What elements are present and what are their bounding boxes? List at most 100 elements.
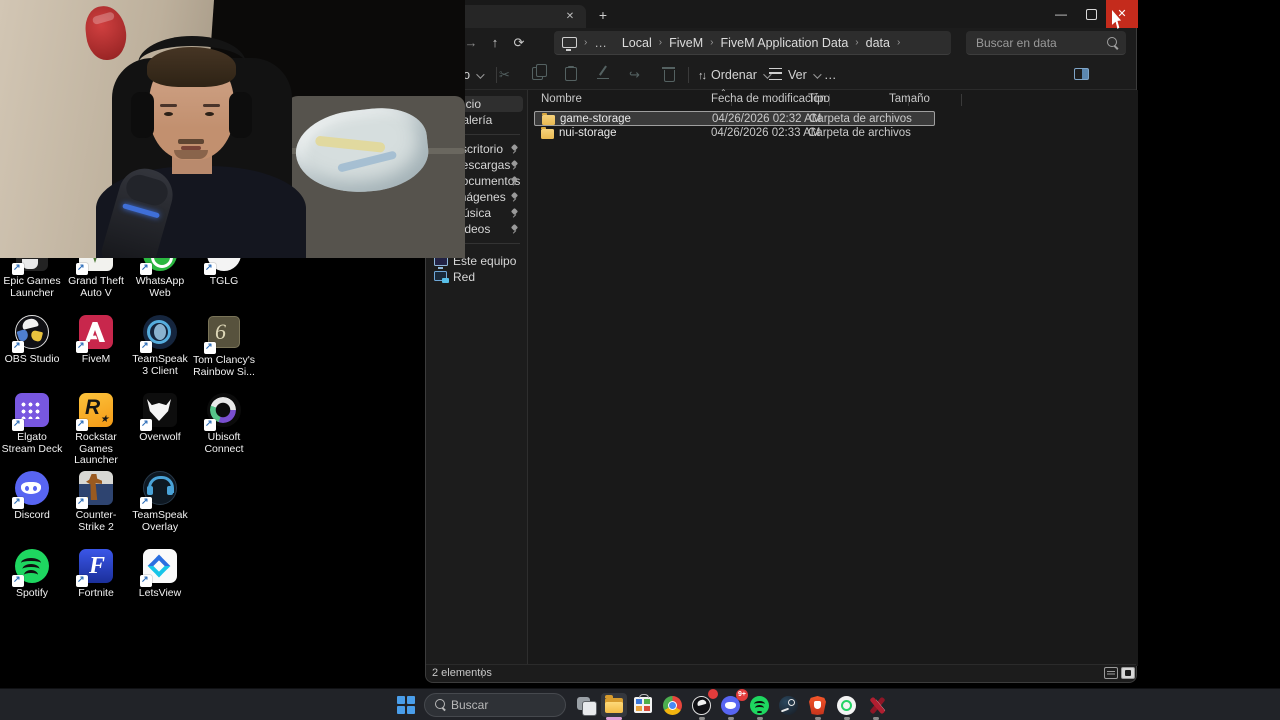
desktop-icon-label: TeamSpeak Overlay [132, 509, 188, 533]
shortcut-arrow-icon [76, 262, 88, 275]
recording-badge [708, 689, 718, 699]
details-pane-button[interactable]: Detalles [1074, 60, 1136, 112]
new-tab-button[interactable]: + [594, 7, 612, 25]
this-pc-icon [562, 37, 577, 51]
up-button[interactable]: ↑ [484, 32, 506, 54]
taskbar-whatsapp[interactable] [834, 693, 860, 720]
file-type: Carpeta de archivos [809, 113, 912, 125]
navigation-bar: → ↑ ⟳ › … Local › FiveM › FiveM Applicat… [426, 28, 1136, 60]
taskbar-spotify[interactable] [747, 693, 773, 720]
file-date: 04/26/2026 02:32 AM [712, 113, 822, 125]
search-icon [435, 699, 445, 709]
taskbar-brave[interactable] [805, 693, 831, 720]
column-divider[interactable] [961, 94, 962, 106]
beard [174, 150, 208, 159]
shortcut-arrow-icon [140, 496, 152, 509]
desktop-icon-label: Fortnite [78, 587, 114, 599]
desktop-icon-obs-studio[interactable]: OBS Studio [0, 314, 64, 366]
maximize-icon [1085, 9, 1097, 20]
shortcut-arrow-icon [76, 496, 88, 509]
desktop-icon-teamspeak-overlay[interactable]: TeamSpeak Overlay [128, 470, 192, 533]
breadcrumb-item-fivem-app-data[interactable]: FiveM Application Data [720, 36, 848, 50]
shortcut-arrow-icon [12, 340, 24, 353]
desktop-icon-counter-strike-2[interactable]: Counter-Strike 2 [64, 470, 128, 533]
desktop-icon-label: TGLG [209, 275, 239, 287]
refresh-button[interactable]: ⟳ [508, 32, 530, 54]
desktop-icon-overwolf[interactable]: Overwolf [128, 392, 192, 444]
share-icon[interactable]: ↪ [629, 67, 645, 83]
pin-icon [511, 209, 519, 217]
file-row-game-storage[interactable]: game-storage 04/26/2026 02:32 AM Carpeta… [534, 111, 935, 126]
breadcrumb-item-local[interactable]: Local [622, 36, 652, 50]
desktop-icon-fivem[interactable]: FiveM [64, 314, 128, 366]
toolbar-divider [496, 67, 497, 83]
details-view-button[interactable] [1104, 667, 1118, 679]
taskbar-steam[interactable] [776, 693, 802, 717]
desktop-icon-label: Discord [14, 509, 50, 521]
paste-icon[interactable] [565, 66, 581, 83]
column-header-type[interactable]: Tipo [808, 93, 830, 105]
explorer-tab[interactable]: ✕ [446, 5, 586, 28]
taskbar-search[interactable]: Buscar [424, 693, 566, 717]
search-input[interactable]: Buscar en data [966, 31, 1126, 55]
taskbar-obs[interactable] [689, 689, 718, 720]
delete-icon[interactable] [662, 67, 678, 83]
taskbar-red-x-app[interactable] [863, 693, 889, 720]
column-header-size[interactable]: Tamaño [889, 93, 930, 105]
file-row-nui-storage[interactable]: nui-storage 04/26/2026 02:33 AM Carpeta … [534, 126, 935, 141]
copy-icon[interactable] [532, 64, 548, 83]
desktop-icon-label: Elgato Stream Deck [1, 431, 63, 455]
breadcrumb-overflow[interactable]: … [594, 36, 608, 50]
maximize-button[interactable] [1076, 0, 1106, 28]
column-header-row: ⌃ Nombre Fecha de modificación Tipo Tama… [528, 88, 1138, 109]
sort-button[interactable]: ↑↓ Ordenar [698, 60, 772, 90]
icons-view-button[interactable] [1121, 667, 1135, 679]
status-bar: 2 elementos [426, 664, 1136, 682]
tab-close-icon[interactable]: ✕ [562, 9, 578, 25]
file-explorer-window: ✕ + — ✕ → ↑ ⟳ › … Local › FiveM › FiveM … [425, 0, 1138, 683]
taskbar-chrome[interactable] [660, 693, 686, 717]
headphone-cup-left [131, 92, 154, 138]
address-bar[interactable]: › … Local › FiveM › FiveM Application Da… [554, 31, 951, 55]
webcam-overlay [0, 0, 465, 258]
eyebrow [203, 104, 220, 107]
sidebar-item-red[interactable]: Red [431, 269, 523, 285]
network-icon [434, 271, 449, 283]
desktop-icon-spotify[interactable]: Spotify [0, 548, 64, 600]
task-view-button[interactable] [574, 693, 600, 717]
breadcrumb-item-data[interactable]: data [866, 36, 890, 50]
more-options-button[interactable]: … [824, 60, 838, 90]
rename-icon[interactable] [597, 67, 613, 83]
shortcut-arrow-icon [12, 262, 24, 275]
column-header-name[interactable]: Nombre [541, 93, 582, 105]
taskbar-microsoft-store[interactable] [630, 693, 656, 717]
taskbar-discord[interactable]: 9+ [718, 689, 748, 720]
desktop-icon-discord[interactable]: Discord [0, 470, 64, 522]
desktop-icon-fortnite[interactable]: F Fortnite [64, 548, 128, 600]
view-list-icon [769, 68, 782, 80]
shortcut-arrow-icon [204, 262, 216, 275]
view-button[interactable]: Ver [769, 60, 822, 90]
start-button[interactable] [397, 696, 415, 714]
shortcut-arrow-icon [140, 418, 152, 431]
cut-icon[interactable]: ✂ [499, 67, 515, 83]
desktop-icon-letsview[interactable]: LetsView [128, 548, 192, 600]
minimize-button[interactable]: — [1046, 0, 1076, 28]
mustache [178, 139, 204, 144]
sort-arrows-icon: ↑↓ [698, 70, 707, 82]
desktop-icon-rockstar-launcher[interactable]: R★ Rockstar Games Launcher [64, 392, 128, 467]
shortcut-arrow-icon [12, 418, 24, 431]
taskbar-file-explorer[interactable] [601, 693, 627, 720]
search-placeholder: Buscar en data [976, 36, 1057, 50]
desktop-icon-rainbow-six[interactable]: 6 Tom Clancy's Rainbow Si... [192, 314, 256, 378]
desktop-icon-elgato-stream-deck[interactable]: Elgato Stream Deck [0, 392, 64, 455]
desktop-icon-ubisoft-connect[interactable]: Ubisoft Connect [192, 392, 256, 455]
desktop-icon-label: Ubisoft Connect [204, 431, 244, 455]
desktop-icon-label: FiveM [81, 353, 111, 365]
desktop-icon-teamspeak3[interactable]: TeamSpeak 3 Client [128, 314, 192, 377]
close-button[interactable]: ✕ [1106, 0, 1138, 28]
headphones-band [138, 36, 246, 92]
breadcrumb-separator: › [896, 37, 901, 48]
breadcrumb-item-fivem[interactable]: FiveM [669, 36, 703, 50]
file-name: game-storage [560, 113, 631, 125]
